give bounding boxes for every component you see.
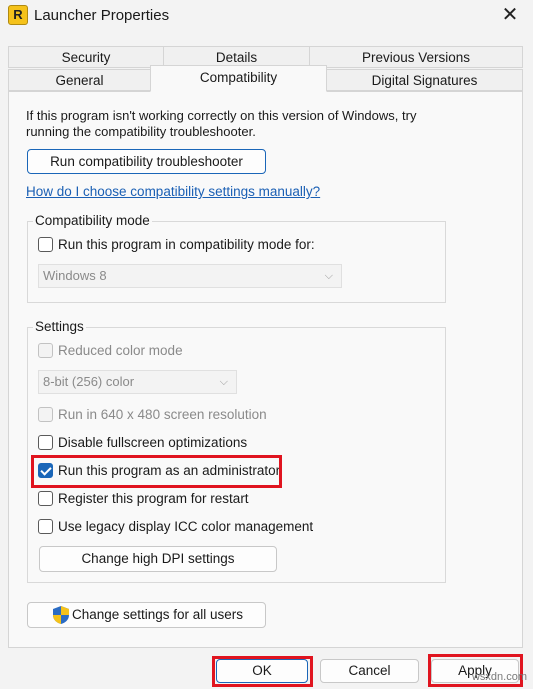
reduced-color-checkbox[interactable]: Reduced color mode [38,342,183,360]
uac-shield-icon [53,606,69,624]
color-select-value: 8-bit (256) color [43,374,135,389]
tab-previous-versions[interactable]: Previous Versions [309,46,523,68]
run-troubleshooter-button[interactable]: Run compatibility troubleshooter [27,149,266,174]
change-high-dpi-button[interactable]: Change high DPI settings [39,546,277,572]
app-icon: R [8,5,28,25]
resolution-checkbox[interactable]: Run in 640 x 480 screen resolution [38,406,267,424]
checkbox-label: Use legacy display ICC color management [58,519,314,534]
change-all-users-label: Change settings for all users [71,607,244,622]
checkbox-box[interactable] [38,237,53,252]
tab-digital-signatures[interactable]: Digital Signatures [326,69,523,91]
disable-fullscreen-checkbox[interactable]: Disable fullscreen optimizations [38,434,247,452]
run-as-admin-checkbox[interactable]: Run this program as an administrator [38,462,280,480]
checkbox-box[interactable] [38,519,53,534]
ok-button[interactable]: OK [216,659,308,683]
checkbox-label: Run this program as an administrator [58,463,281,478]
checkbox-label: Register this program for restart [58,491,249,506]
title-bar: R Launcher Properties ✕ [0,0,533,32]
register-restart-checkbox[interactable]: Register this program for restart [38,490,249,508]
checkmark-icon[interactable] [38,463,53,478]
checkbox-label: Run this program in compatibility mode f… [58,237,315,252]
checkbox-label: Reduced color mode [58,343,183,358]
os-select-value: Windows 8 [43,268,107,283]
checkbox-label: Run in 640 x 480 screen resolution [58,407,267,422]
cancel-button[interactable]: Cancel [320,659,419,683]
settings-label: Settings [33,319,86,334]
close-button[interactable]: ✕ [487,0,533,32]
intro-line-1: If this program isn't working correctly … [26,108,417,123]
checkbox-box[interactable] [38,407,53,422]
color-mode-select[interactable]: 8-bit (256) color ⌵ [38,370,237,394]
window-title: Launcher Properties [34,7,170,24]
help-link[interactable]: How do I choose compatibility settings m… [26,184,320,199]
checkbox-box[interactable] [38,343,53,358]
compatibility-mode-label: Compatibility mode [33,213,152,228]
watermark-text: wsxdn.com [471,671,527,683]
checkbox-box[interactable] [38,491,53,506]
settings-group [27,327,446,583]
legacy-icc-checkbox[interactable]: Use legacy display ICC color management [38,518,313,536]
close-icon: ✕ [501,4,519,26]
chevron-down-icon: ⌵ [324,270,333,282]
compatibility-mode-group [27,221,446,303]
chevron-down-icon: ⌵ [219,376,228,388]
tab-compatibility[interactable]: Compatibility [150,65,327,92]
os-select[interactable]: Windows 8 ⌵ [38,264,342,288]
tab-security[interactable]: Security [8,46,164,68]
checkbox-label: Disable fullscreen optimizations [58,435,248,450]
checkbox-box[interactable] [38,435,53,450]
intro-line-2: running the compatibility troubleshooter… [26,124,256,139]
compatibility-mode-checkbox[interactable]: Run this program in compatibility mode f… [38,236,315,254]
tab-general[interactable]: General [8,69,151,91]
change-all-users-button[interactable]: Change settings for all users [27,602,266,628]
